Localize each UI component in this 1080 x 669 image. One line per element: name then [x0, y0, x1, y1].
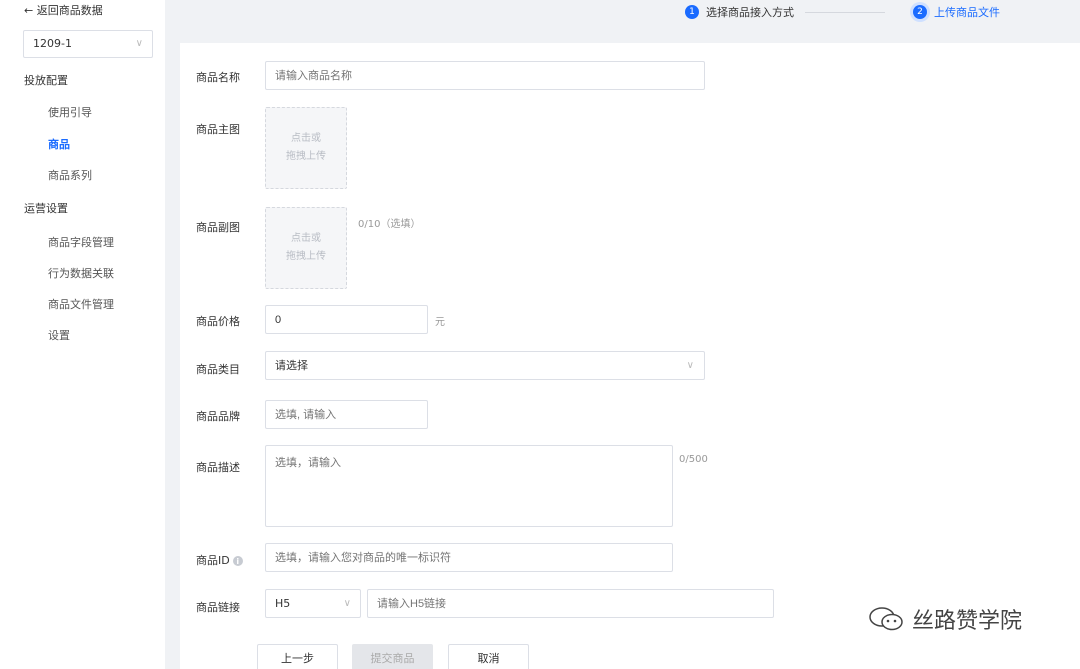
chevron-down-icon: ∨: [343, 598, 351, 609]
category-select-value: 请选择: [275, 359, 308, 372]
section-title-delivery: 投放配置: [24, 74, 68, 87]
upload-text-line2: 拖拽上传: [286, 151, 326, 162]
upload-text-line1: 点击或: [291, 133, 321, 144]
main-image-upload[interactable]: 点击或 拖拽上传: [265, 107, 347, 189]
section-title-operations: 运营设置: [24, 202, 68, 215]
watermark: 丝路赞学院: [868, 603, 1022, 635]
upload-text-line2: 拖拽上传: [286, 251, 326, 262]
price-input[interactable]: [265, 305, 428, 334]
nav-item-product-series[interactable]: 商品系列: [48, 167, 92, 183]
price-unit: 元: [435, 317, 445, 328]
nav-item-guide[interactable]: 使用引导: [48, 104, 92, 120]
name-label: 商品名称: [196, 71, 240, 84]
nav-item-file-management[interactable]: 商品文件管理: [48, 296, 114, 312]
step-connector: [805, 12, 885, 13]
step-2: 2 上传商品文件: [913, 4, 1000, 20]
description-textarea[interactable]: [265, 445, 673, 527]
prev-button[interactable]: 上一步: [257, 644, 338, 669]
wechat-icon: [869, 607, 903, 631]
link-label: 商品链接: [196, 601, 240, 614]
watermark-text: 丝路赞学院: [912, 609, 1023, 634]
main-image-label: 商品主图: [196, 123, 240, 136]
chevron-down-icon: ∨: [135, 38, 143, 49]
product-id-input[interactable]: [265, 543, 673, 572]
name-input[interactable]: [265, 61, 705, 90]
sub-image-upload[interactable]: 点击或 拖拽上传: [265, 207, 347, 289]
description-label: 商品描述: [196, 461, 240, 474]
link-input[interactable]: [367, 589, 774, 618]
sub-image-hint: 0/10（选填）: [358, 219, 421, 230]
chevron-down-icon: ∨: [686, 360, 694, 371]
stepper: 1 选择商品接入方式 2 上传商品文件: [165, 0, 1080, 28]
step-2-number: 2: [913, 5, 927, 19]
project-select-value: 1209-1: [33, 37, 72, 50]
link-type-value: H5: [275, 597, 291, 610]
nav-item-behavior-data[interactable]: 行为数据关联: [48, 265, 114, 281]
step-1-label: 选择商品接入方式: [706, 6, 794, 19]
info-icon[interactable]: i: [232, 556, 243, 566]
submit-button[interactable]: 提交商品: [352, 644, 433, 669]
brand-input[interactable]: [265, 400, 428, 429]
step-1: 1 选择商品接入方式: [685, 4, 794, 20]
step-2-label: 上传商品文件: [934, 6, 1000, 19]
link-type-select[interactable]: H5 ∨: [265, 589, 361, 618]
sidebar: ← 返回商品数据 1209-1 ∨ 投放配置 使用引导 商品 商品系列 运营设置…: [0, 0, 165, 669]
id-label: 商品ID i: [196, 552, 243, 568]
nav-item-settings[interactable]: 设置: [48, 327, 70, 343]
upload-text-line1: 点击或: [291, 233, 321, 244]
back-link[interactable]: ← 返回商品数据: [24, 2, 103, 18]
id-label-text: 商品ID: [196, 554, 230, 567]
cancel-button[interactable]: 取消: [448, 644, 529, 669]
category-select[interactable]: 请选择 ∨: [265, 351, 705, 380]
nav-item-products[interactable]: 商品: [48, 136, 70, 152]
brand-label: 商品品牌: [196, 410, 240, 423]
price-label: 商品价格: [196, 315, 240, 328]
sub-image-label: 商品副图: [196, 221, 240, 234]
product-form: 商品名称 商品主图 点击或 拖拽上传 商品副图 点击或 拖拽上传 0/10（选填…: [180, 43, 1080, 669]
category-label: 商品类目: [196, 363, 240, 376]
nav-item-field-management[interactable]: 商品字段管理: [48, 234, 114, 250]
project-select[interactable]: 1209-1 ∨: [23, 30, 153, 58]
description-count: 0/500: [679, 454, 708, 465]
step-1-number: 1: [685, 5, 699, 19]
